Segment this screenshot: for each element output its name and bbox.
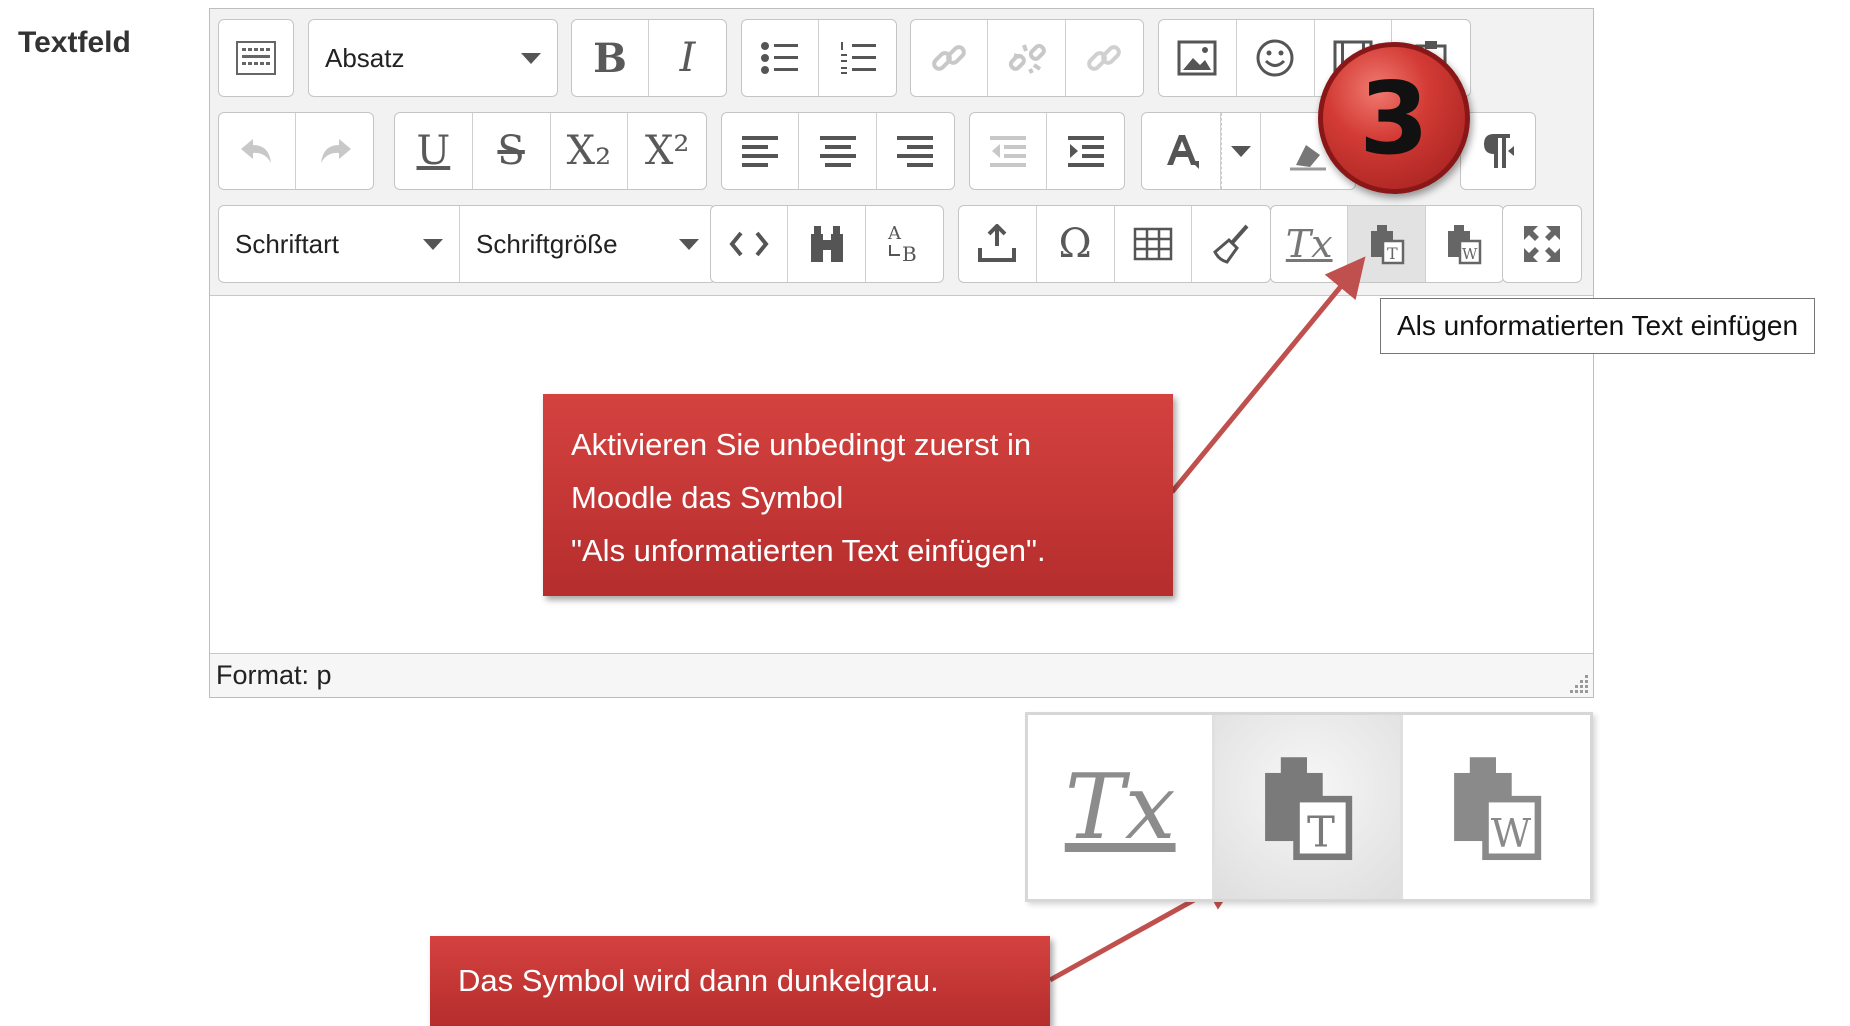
zoomed-paste-buttons: Tx T W (1025, 712, 1593, 902)
svg-text:W: W (1491, 811, 1532, 856)
instruction-callout: Aktivieren Sie unbedingt zuerst in Moodl… (543, 394, 1173, 596)
result-callout-text: Das Symbol wird dann dunkelgrau. (458, 963, 939, 998)
result-callout: Das Symbol wird dann dunkelgrau. (430, 936, 1050, 1026)
paste-text-icon: T (1265, 757, 1353, 861)
zoom-clear-formatting-button: Tx (1028, 715, 1216, 899)
callout-line-1: Aktivieren Sie unbedingt zuerst in (571, 427, 1032, 462)
svg-text:T: T (1307, 807, 1335, 856)
callout-line-3: "Als unformatierten Text einfügen". (571, 533, 1046, 568)
zoom-clear-formatting-icon: Tx (1064, 754, 1176, 860)
callout-line-2: Moodle das Symbol (571, 480, 844, 515)
step-number-badge: 3 (1318, 42, 1470, 194)
zoom-paste-from-word-button: W (1403, 715, 1590, 899)
zoom-paste-as-text-button: T (1215, 715, 1403, 899)
arrow-to-toolbar-button (1170, 256, 1366, 494)
paste-word-icon: W (1454, 757, 1542, 861)
